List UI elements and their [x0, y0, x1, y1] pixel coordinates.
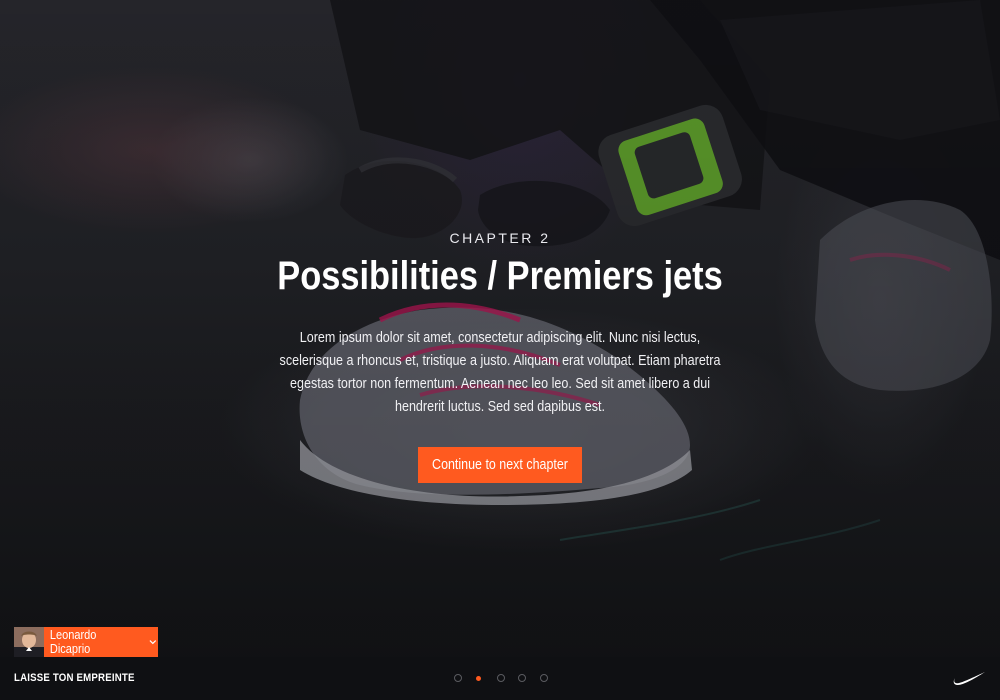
- user-name: Leonardo Dicaprio: [49, 628, 97, 656]
- chapter-screen: CHAPTER 2 Possibilities / Premiers jets …: [0, 0, 1000, 700]
- chapter-content: CHAPTER 2 Possibilities / Premiers jets …: [0, 229, 1000, 483]
- chapter-title: Possibilities / Premiers jets: [277, 254, 723, 298]
- user-name-button[interactable]: Leonardo Dicaprio: [44, 627, 158, 657]
- pager-dot-4[interactable]: [518, 674, 526, 682]
- avatar-icon: [14, 627, 44, 657]
- pager-dot-3[interactable]: [497, 674, 505, 682]
- continue-button-label: Continue to next chapter: [432, 457, 568, 473]
- pager-dot-1[interactable]: [454, 674, 462, 682]
- chevron-down-icon: [149, 640, 157, 645]
- brand-tagline: LAISSE TON EMPREINTE: [14, 672, 135, 684]
- pager-dot-5[interactable]: [540, 674, 548, 682]
- nike-swoosh-icon[interactable]: [952, 670, 986, 686]
- footer-bar: LAISSE TON EMPREINTE: [0, 657, 1000, 700]
- user-menu[interactable]: Leonardo Dicaprio: [14, 627, 158, 657]
- chapter-pager: [450, 674, 550, 684]
- chapter-label: CHAPTER 2: [449, 230, 551, 246]
- continue-to-next-chapter-button[interactable]: Continue to next chapter: [418, 447, 582, 483]
- chapter-description: Lorem ipsum dolor sit amet, consectetur …: [279, 330, 721, 415]
- avatar-image: [14, 627, 44, 657]
- pager-dot-2[interactable]: [476, 675, 481, 681]
